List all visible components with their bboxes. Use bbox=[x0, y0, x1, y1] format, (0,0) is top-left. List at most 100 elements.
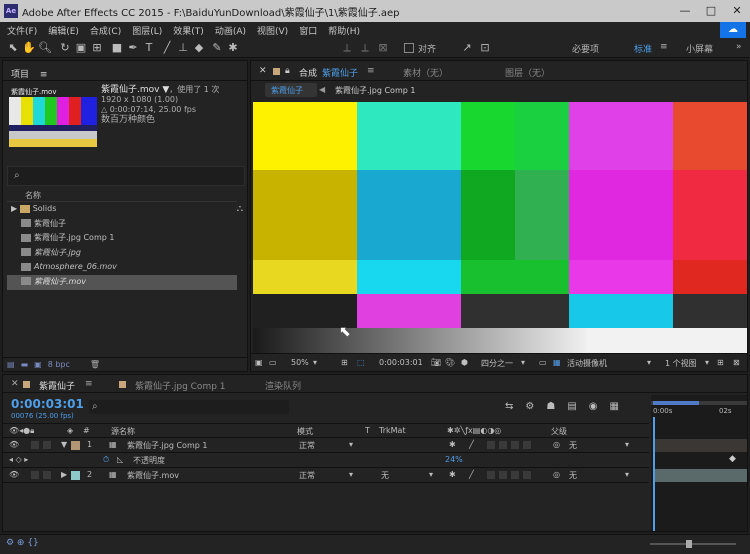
show-channel-icon[interactable]: 🎨︎ bbox=[445, 358, 455, 367]
project-panel-menu-icon[interactable]: ≡ bbox=[40, 70, 48, 80]
menu-view[interactable]: 视图(V) bbox=[257, 24, 288, 37]
tab-timeline-comp1[interactable]: 紫霞仙子.jpg Comp 1 bbox=[135, 379, 226, 392]
flow-child-comp[interactable]: 紫霞仙子.jpg Comp 1 bbox=[335, 85, 415, 96]
motion-blur-icon[interactable]: ◉ bbox=[589, 401, 598, 412]
magnification-dropdown[interactable]: 50% bbox=[291, 358, 309, 367]
workspace-small-screen[interactable]: 小屏幕 bbox=[686, 42, 713, 55]
layer-bar[interactable] bbox=[655, 439, 747, 452]
workspace-standard[interactable]: 标准 bbox=[634, 42, 652, 55]
layer-name[interactable]: 紫霞仙子.jpg Comp 1 bbox=[127, 440, 207, 451]
adjustment-switch[interactable] bbox=[523, 471, 531, 479]
hand-tool-icon[interactable]: ✋ bbox=[22, 41, 36, 55]
layer-parent-dropdown[interactable]: 无 bbox=[569, 470, 577, 481]
stopwatch-icon[interactable]: ⏱︎ bbox=[103, 455, 109, 465]
timeline-property-row[interactable]: ◂ ◇ ▸ ⏱︎ ◺ 不透明度 24% bbox=[3, 453, 649, 468]
expand-chevron-icon[interactable]: ▼ bbox=[61, 440, 67, 449]
color-management-icon[interactable]: ⬢ bbox=[461, 358, 468, 367]
tab-footage[interactable]: 素材（无） bbox=[403, 66, 448, 79]
new-composition-icon[interactable]: ▣ bbox=[34, 360, 42, 369]
layer-bar[interactable] bbox=[655, 469, 747, 482]
rectangle-tool-icon[interactable]: ■ bbox=[110, 41, 124, 55]
close-button[interactable]: ✕ bbox=[724, 0, 750, 22]
pick-whip-icon[interactable]: ◎ bbox=[553, 440, 560, 449]
brush-tool-icon[interactable]: ╱ bbox=[160, 41, 174, 55]
interpret-footage-icon[interactable]: ▤ bbox=[7, 360, 15, 369]
type-tool-icon[interactable]: T bbox=[142, 41, 156, 55]
project-item[interactable]: ▶ Solids bbox=[7, 202, 237, 217]
quality-switch-icon[interactable]: ╱ bbox=[469, 470, 474, 479]
layer-parent-dropdown[interactable]: 无 bbox=[569, 440, 577, 451]
visibility-eye-icon[interactable]: 👁︎ bbox=[9, 440, 19, 449]
quality-switch-icon[interactable]: ╱ bbox=[469, 440, 474, 449]
audio-switch[interactable] bbox=[31, 441, 39, 449]
menu-animation[interactable]: 动画(A) bbox=[215, 24, 246, 37]
layer-name[interactable]: 紫霞仙子.mov bbox=[127, 470, 179, 481]
frame-blend-switch[interactable] bbox=[499, 441, 507, 449]
mask-visibility-icon[interactable]: ⬚ bbox=[357, 358, 365, 367]
timeline-search-input[interactable]: ⌕ bbox=[89, 400, 289, 414]
shy-switch-icon[interactable]: ✱ bbox=[449, 440, 456, 449]
creative-cloud-icon[interactable]: ☁ bbox=[720, 22, 746, 38]
zoom-slider-handle[interactable] bbox=[686, 540, 692, 548]
timeline-track-area[interactable]: 0:00s 02s ◆ bbox=[651, 395, 747, 531]
effect-switch[interactable] bbox=[487, 471, 495, 479]
toggle-pixel-aspect-icon[interactable]: ⊞ bbox=[717, 358, 724, 367]
audio-switch[interactable] bbox=[31, 471, 39, 479]
project-item[interactable]: 紫霞仙子 bbox=[7, 217, 237, 232]
composition-viewer[interactable]: ⬉ bbox=[253, 102, 747, 354]
expand-chevron-icon[interactable]: ▶ bbox=[61, 470, 67, 479]
tab-project[interactable]: 项目 bbox=[11, 70, 29, 80]
menu-window[interactable]: 窗口 bbox=[299, 24, 317, 37]
snap-features-icon[interactable]: ⊡ bbox=[478, 41, 492, 55]
work-area-bar[interactable] bbox=[651, 401, 747, 405]
workspace-menu-icon[interactable]: ≡ bbox=[660, 42, 668, 52]
camera-tool-icon[interactable]: ▣ bbox=[74, 41, 88, 55]
menu-file[interactable]: 文件(F) bbox=[7, 24, 37, 37]
zoom-tool-icon[interactable]: 🔍︎ bbox=[38, 41, 52, 55]
transparency-grid-icon[interactable]: ▦ bbox=[553, 358, 561, 367]
adjustment-switch[interactable] bbox=[523, 441, 531, 449]
property-value[interactable]: 24% bbox=[445, 455, 463, 464]
project-search-input[interactable]: ⌕ bbox=[7, 166, 245, 186]
flowchart-icon[interactable]: ⛬ bbox=[237, 204, 243, 214]
eraser-tool-icon[interactable]: ◆ bbox=[192, 41, 206, 55]
title-action-safe-icon[interactable]: ⊞ bbox=[341, 358, 348, 367]
delete-icon[interactable]: 🗑︎ bbox=[90, 360, 100, 369]
keyframe-navigator-icon[interactable]: ◂ ◇ ▸ bbox=[9, 455, 28, 464]
zoom-slider-track[interactable] bbox=[650, 540, 736, 548]
tab-render-queue[interactable]: 渲染队列 bbox=[265, 379, 301, 392]
project-item[interactable]: Atmosphere_06.mov bbox=[7, 260, 237, 275]
menu-help[interactable]: 帮助(H) bbox=[328, 24, 360, 37]
layer-mode-dropdown[interactable]: 正常 bbox=[299, 470, 315, 481]
3d-view-dropdown[interactable]: 活动摄像机 bbox=[567, 358, 607, 369]
motion-blur-switch[interactable] bbox=[511, 441, 519, 449]
snap-edges-icon[interactable]: ↗ bbox=[460, 41, 474, 55]
new-folder-icon[interactable]: ▬ bbox=[21, 360, 29, 369]
column-mode[interactable]: 模式 bbox=[297, 426, 313, 437]
project-item[interactable]: 紫霞仙子.mov bbox=[7, 274, 237, 290]
fast-previews-icon[interactable]: ⊠ bbox=[733, 358, 740, 367]
tab-layer[interactable]: 图层（无） bbox=[505, 66, 550, 79]
project-bit-depth[interactable]: 8 bpc bbox=[48, 360, 70, 369]
clone-stamp-tool-icon[interactable]: ⊥ bbox=[176, 41, 190, 55]
current-time-display[interactable]: 0:00:03:01 bbox=[379, 358, 423, 367]
minimize-button[interactable]: — bbox=[672, 0, 698, 22]
flow-current-comp[interactable]: 紫霞仙子 bbox=[265, 83, 317, 97]
tab-timeline-main[interactable]: 紫霞仙子 bbox=[39, 379, 75, 392]
pick-whip-icon[interactable]: ◎ bbox=[553, 470, 560, 479]
timeline-current-time[interactable]: 0:00:03:01 bbox=[11, 397, 84, 411]
draft-3d-icon[interactable]: ⚙ bbox=[525, 401, 534, 412]
timeline-layer-row[interactable]: 👁︎ ▶ 2 ▦ 紫霞仙子.mov 正常 ▾ 无 ▾ ✱ ╱ ◎ 无 ▾ bbox=[3, 468, 649, 483]
layer-label-color[interactable] bbox=[71, 441, 80, 450]
snapshot-icon[interactable]: 📷︎ bbox=[431, 358, 441, 367]
maximize-button[interactable]: □ bbox=[698, 0, 724, 22]
frame-blend-switch[interactable] bbox=[499, 471, 507, 479]
pen-tool-icon[interactable]: ✒ bbox=[126, 41, 140, 55]
monitor-icon[interactable]: ▭ bbox=[269, 358, 277, 367]
timeline-layer-row[interactable]: 👁︎ ▼ 1 ▦ 紫霞仙子.jpg Comp 1 正常 ▾ ✱ ╱ ◎ 无 ▾ bbox=[3, 438, 649, 453]
effect-switch[interactable] bbox=[487, 441, 495, 449]
solo-switch[interactable] bbox=[43, 471, 51, 479]
view-axis-icon[interactable]: ⊠ bbox=[376, 41, 390, 55]
close-tab-icon[interactable]: ✕ bbox=[11, 379, 19, 389]
keyframe-icon[interactable]: ◆ bbox=[729, 454, 736, 464]
